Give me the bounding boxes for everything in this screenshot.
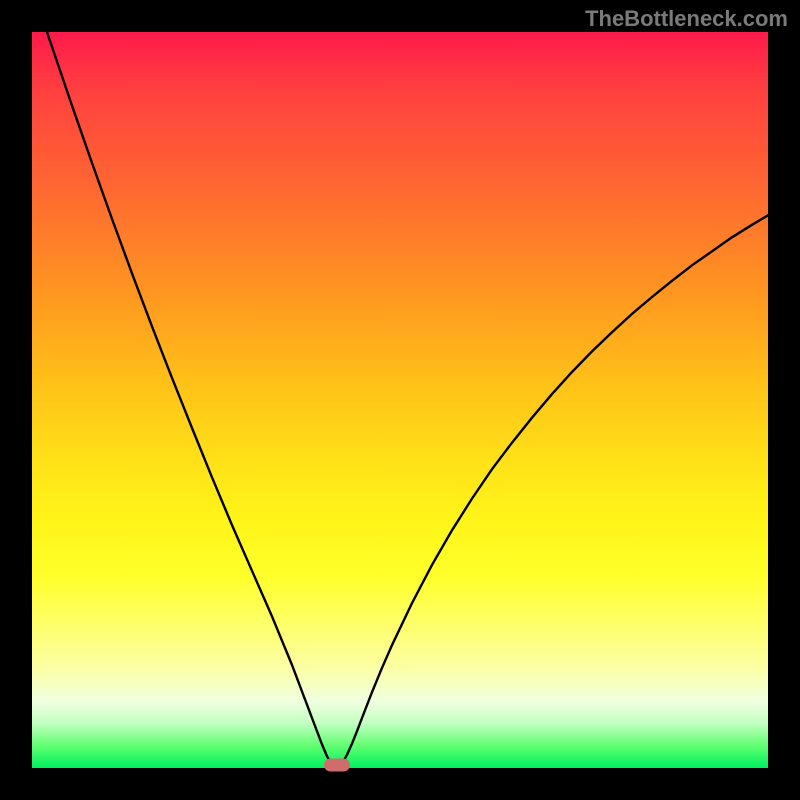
curve-svg bbox=[32, 32, 768, 768]
minimum-marker bbox=[324, 759, 350, 772]
gradient-plot-area bbox=[32, 32, 768, 768]
watermark-text: TheBottleneck.com bbox=[585, 6, 788, 32]
bottleneck-curve bbox=[32, 32, 768, 768]
